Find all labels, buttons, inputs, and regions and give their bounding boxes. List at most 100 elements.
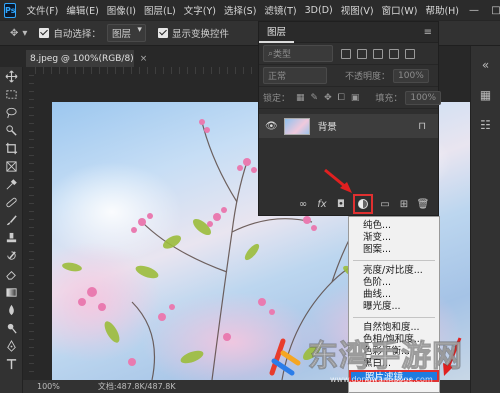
new-layer-icon[interactable]: ⊞ [397, 197, 411, 211]
menu-item-exposure[interactable]: 曝光度... [349, 301, 439, 313]
lock-icons: ▦ ✎ ✥ ⧠ ▣ [296, 93, 359, 103]
horizontal-ruler [35, 67, 255, 74]
zoom-level[interactable]: 100% [37, 382, 60, 391]
pen-icon [6, 339, 16, 352]
visibility-eye-icon[interactable]: 👁 [265, 121, 278, 132]
properties-panel-icon[interactable]: ☷ [471, 110, 500, 140]
pixel-filter-icon[interactable] [341, 48, 351, 59]
move-tool[interactable] [0, 67, 22, 85]
layers-tab[interactable]: 图层 [259, 22, 295, 43]
blend-mode-select[interactable]: 正常 [263, 67, 327, 84]
menu-type[interactable]: 文字(Y) [180, 3, 220, 17]
fx-icon[interactable]: fx [315, 197, 329, 211]
lock-label: 锁定： [263, 94, 291, 104]
adjustment-layer-button[interactable] [353, 194, 373, 214]
smart-object-filter-icon[interactable] [405, 48, 415, 59]
lock-position-icon[interactable]: ✥ [324, 93, 332, 103]
eraser-tool[interactable] [0, 265, 22, 283]
layers-panel-header: 图层 ≡ [259, 22, 438, 43]
close-tab-icon[interactable]: × [140, 54, 148, 64]
fill-input[interactable]: 100% [405, 90, 442, 105]
tools-panel [0, 67, 23, 393]
document-tab[interactable]: 8.jpeg @ 100%(RGB/8) × [26, 50, 147, 67]
show-transform-option[interactable]: 显示变换控件 [157, 26, 229, 40]
minimize-button[interactable]: — [463, 5, 485, 16]
menu-bar: Ps 文件(F) 编辑(E) 图像(I) 图层(L) 文字(Y) 选择(S) 滤… [0, 0, 500, 20]
menu-separator [353, 260, 435, 261]
menu-filter[interactable]: 滤镜(T) [260, 3, 300, 17]
menu-item-hue-saturation[interactable]: 色相/饱和度... [349, 334, 439, 346]
move-tool-icon[interactable]: ✥ [10, 28, 18, 39]
menu-item-levels[interactable]: 色阶... [349, 277, 439, 289]
quick-select-tool[interactable] [0, 121, 22, 139]
menu-item-vibrance[interactable]: 自然饱和度... [349, 322, 439, 334]
filter-kind-label: 类型 [273, 50, 292, 60]
eyedropper-tool[interactable] [0, 175, 22, 193]
auto-select-dropdown[interactable]: 图层 [106, 24, 146, 42]
lock-artboard-icon[interactable]: ⧠ [338, 93, 345, 103]
eyedropper-icon [6, 178, 17, 189]
menu-view[interactable]: 视图(V) [337, 3, 378, 17]
menu-select[interactable]: 选择(S) [220, 3, 260, 17]
gradient-tool[interactable] [0, 283, 22, 301]
shape-filter-icon[interactable] [389, 48, 399, 59]
maximize-button[interactable]: □ [485, 5, 500, 16]
type-tool[interactable] [0, 355, 22, 373]
crop-tool[interactable] [0, 139, 22, 157]
folder-icon[interactable]: ▭ [378, 197, 392, 211]
menu-image[interactable]: 图像(I) [103, 3, 140, 17]
menu-help[interactable]: 帮助(H) [421, 3, 463, 17]
adjustment-filter-icon[interactable] [357, 48, 367, 59]
crop-icon [5, 142, 17, 154]
collapse-icon[interactable]: « [471, 50, 500, 80]
menu-item-color-balance[interactable]: 色彩平衡... [349, 346, 439, 358]
chevron-down-icon[interactable]: ▾ [22, 28, 27, 39]
clone-stamp-tool[interactable] [0, 229, 22, 247]
menu-item-curves[interactable]: 曲线... [349, 289, 439, 301]
lock-pixels-icon[interactable]: ▦ [296, 93, 305, 103]
history-brush-icon [6, 250, 16, 260]
layer-row-background[interactable]: 👁 背景 ⊓ [259, 114, 438, 138]
blend-row: 正常 不透明度： 100% [259, 65, 438, 87]
history-brush-tool[interactable] [0, 247, 22, 265]
opacity-input[interactable]: 100% [393, 68, 429, 83]
mask-icon[interactable]: ◘ [334, 197, 348, 211]
dodge-tool[interactable] [0, 319, 22, 337]
adjustment-layer-menu: 纯色... 渐变... 图案... 亮度/对比度... 色阶... 曲线... … [348, 216, 440, 393]
filter-kind-select[interactable]: ⌕ 类型 [263, 45, 333, 62]
menu-item-photo-filter[interactable]: 照片滤镜... [349, 370, 439, 383]
marquee-icon [5, 89, 17, 99]
menu-window[interactable]: 窗口(W) [378, 3, 422, 17]
menu-item-pattern[interactable]: 图案... [349, 244, 439, 256]
marquee-tool[interactable] [0, 85, 22, 103]
history-panel-icon[interactable]: ▦ [471, 80, 500, 110]
menu-item-solid-color[interactable]: 纯色... [349, 220, 439, 232]
auto-select-checkbox[interactable] [39, 28, 50, 38]
menu-layer[interactable]: 图层(L) [140, 3, 180, 17]
lasso-tool[interactable] [0, 103, 22, 121]
panel-menu-icon[interactable]: ≡ [424, 27, 432, 38]
brush-icon [6, 214, 17, 225]
lock-paint-icon[interactable]: ✎ [311, 93, 319, 103]
menu-edit[interactable]: 编辑(E) [62, 3, 102, 17]
healing-brush-tool[interactable] [0, 193, 22, 211]
auto-select-option[interactable]: 自动选择： [39, 26, 101, 40]
menu-file[interactable]: 文件(F) [22, 3, 62, 17]
blur-tool[interactable] [0, 301, 22, 319]
fill-label: 填充： [375, 94, 403, 104]
trash-icon[interactable]: 🗑 [416, 197, 430, 211]
frame-tool[interactable] [0, 157, 22, 175]
menu-item-gradient[interactable]: 渐变... [349, 232, 439, 244]
pen-tool[interactable] [0, 337, 22, 355]
menu-3d[interactable]: 3D(D) [301, 5, 337, 16]
type-filter-icon[interactable] [373, 48, 383, 59]
show-transform-label: 显示变换控件 [171, 29, 229, 40]
link-icon[interactable]: ∞ [296, 197, 310, 211]
menu-item-brightness-contrast[interactable]: 亮度/对比度... [349, 265, 439, 277]
layer-name: 背景 [317, 122, 337, 133]
menu-item-black-white[interactable]: 黑白... [349, 358, 439, 370]
show-transform-checkbox[interactable] [157, 28, 168, 38]
opacity-label: 不透明度： [345, 72, 391, 82]
brush-tool[interactable] [0, 211, 22, 229]
lock-all-icon[interactable]: ▣ [351, 93, 360, 103]
